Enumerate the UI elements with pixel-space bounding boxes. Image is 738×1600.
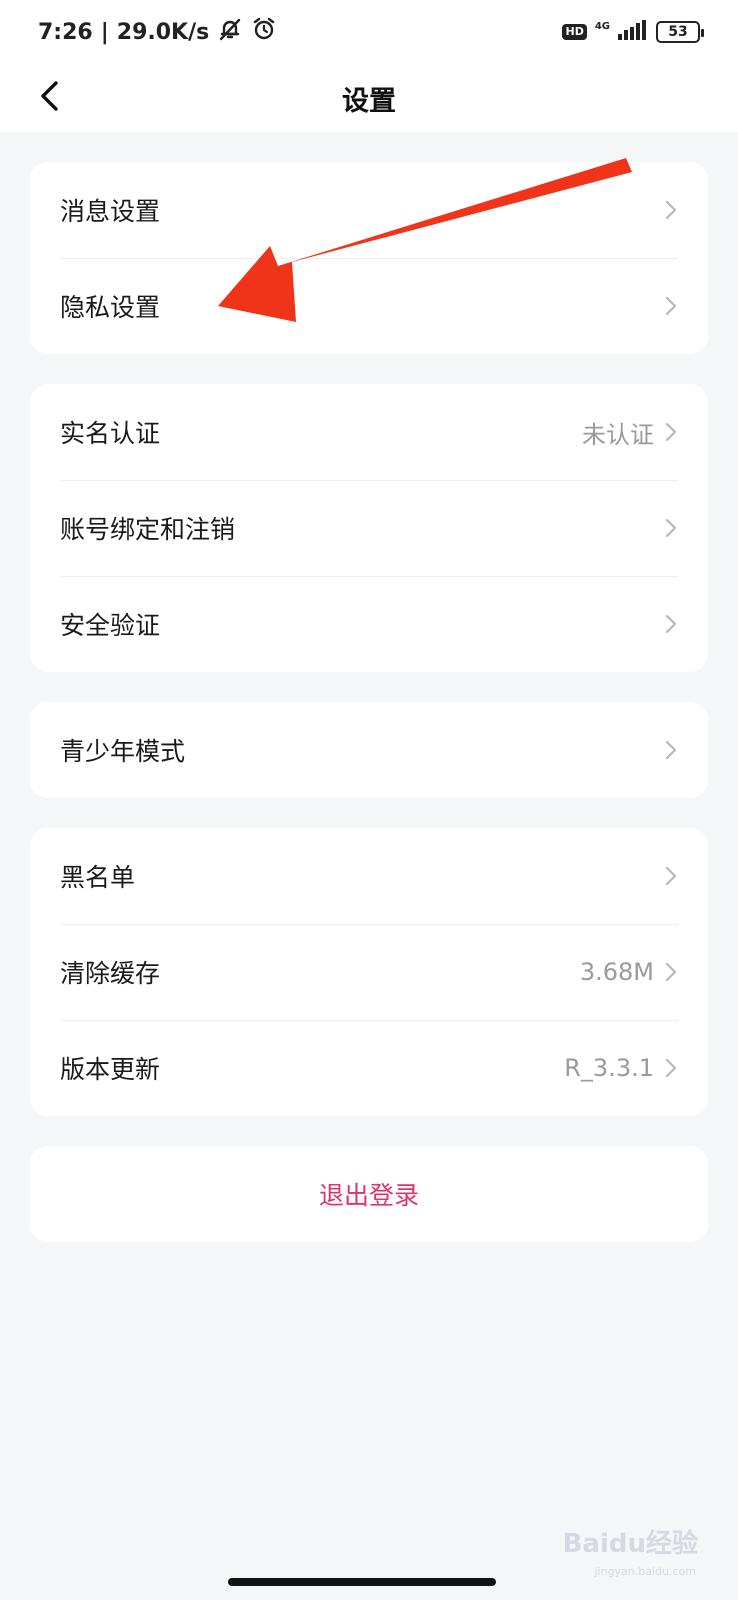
- settings-item-label: 清除缓存: [60, 959, 161, 988]
- watermark-url: jingyan.baidu.com: [594, 1565, 696, 1578]
- status-right: HD 4G 53: [562, 20, 704, 44]
- chevron-right-icon: [664, 199, 678, 221]
- chevron-right-icon: [664, 295, 678, 317]
- battery-level: 53: [668, 24, 688, 40]
- chevron-right-icon: [664, 517, 678, 539]
- network-type-label: 4G: [594, 20, 610, 32]
- status-left: 7:26 | 29.0K/s: [38, 16, 277, 48]
- settings-item-label: 青少年模式: [60, 737, 186, 766]
- back-button[interactable]: [26, 74, 74, 122]
- settings-group-account: 实名认证 未认证 账号绑定和注销 安全验证: [30, 384, 708, 672]
- signal-icon: [618, 20, 648, 44]
- settings-item-security-verification[interactable]: 安全验证: [30, 576, 708, 672]
- mute-notification-icon: [217, 16, 243, 48]
- settings-item-message[interactable]: 消息设置: [30, 162, 708, 258]
- version-number: R_3.3.1: [564, 1054, 654, 1082]
- nav-header: 设置: [0, 64, 738, 132]
- settings-group-general: 黑名单 清除缓存 3.68M 版本更新 R_3.3.1: [30, 828, 708, 1116]
- chevron-right-icon: [664, 613, 678, 635]
- verification-status: 未认证: [582, 420, 654, 449]
- status-time: 7:26: [38, 19, 93, 45]
- status-separator: |: [100, 19, 109, 45]
- settings-item-label: 消息设置: [60, 197, 161, 226]
- settings-item-version-update[interactable]: 版本更新 R_3.3.1: [30, 1020, 708, 1116]
- settings-item-label: 版本更新: [60, 1055, 161, 1084]
- settings-item-clear-cache[interactable]: 清除缓存 3.68M: [30, 924, 708, 1020]
- settings-group-youth: 青少年模式: [30, 702, 708, 798]
- chevron-left-icon: [38, 80, 62, 116]
- settings-item-privacy[interactable]: 隐私设置: [30, 258, 708, 354]
- status-net-speed: 29.0K/s: [116, 19, 210, 45]
- settings-item-label: 实名认证: [60, 419, 161, 448]
- chevron-right-icon: [664, 961, 678, 983]
- settings-item-real-name-verification[interactable]: 实名认证 未认证: [30, 384, 708, 480]
- settings-item-label: 黑名单: [60, 863, 136, 892]
- battery-icon: 53: [656, 21, 704, 43]
- logout-button[interactable]: 退出登录: [30, 1146, 708, 1242]
- settings-item-account-binding[interactable]: 账号绑定和注销: [30, 480, 708, 576]
- chevron-right-icon: [664, 865, 678, 887]
- status-bar: 7:26 | 29.0K/s HD 4G 53: [0, 0, 738, 64]
- settings-group-notifications: 消息设置 隐私设置: [30, 162, 708, 354]
- watermark-logo: Baidu经验: [562, 1529, 698, 1559]
- settings-screen: 7:26 | 29.0K/s HD 4G 53 设置 消息设置 隐私设置 实名认…: [0, 0, 738, 1600]
- chevron-right-icon: [664, 421, 678, 443]
- chevron-right-icon: [664, 1057, 678, 1079]
- alarm-icon: [251, 16, 277, 48]
- home-indicator[interactable]: [228, 1578, 496, 1586]
- hd-badge: HD: [562, 24, 587, 40]
- page-title: 设置: [342, 85, 396, 117]
- cache-size: 3.68M: [579, 958, 654, 986]
- settings-item-label: 账号绑定和注销: [60, 515, 236, 544]
- chevron-right-icon: [664, 739, 678, 761]
- settings-item-label: 隐私设置: [60, 293, 161, 322]
- settings-item-youth-mode[interactable]: 青少年模式: [30, 702, 708, 798]
- settings-item-label: 安全验证: [60, 611, 161, 640]
- settings-item-blacklist[interactable]: 黑名单: [30, 828, 708, 924]
- logout-label: 退出登录: [318, 1181, 419, 1210]
